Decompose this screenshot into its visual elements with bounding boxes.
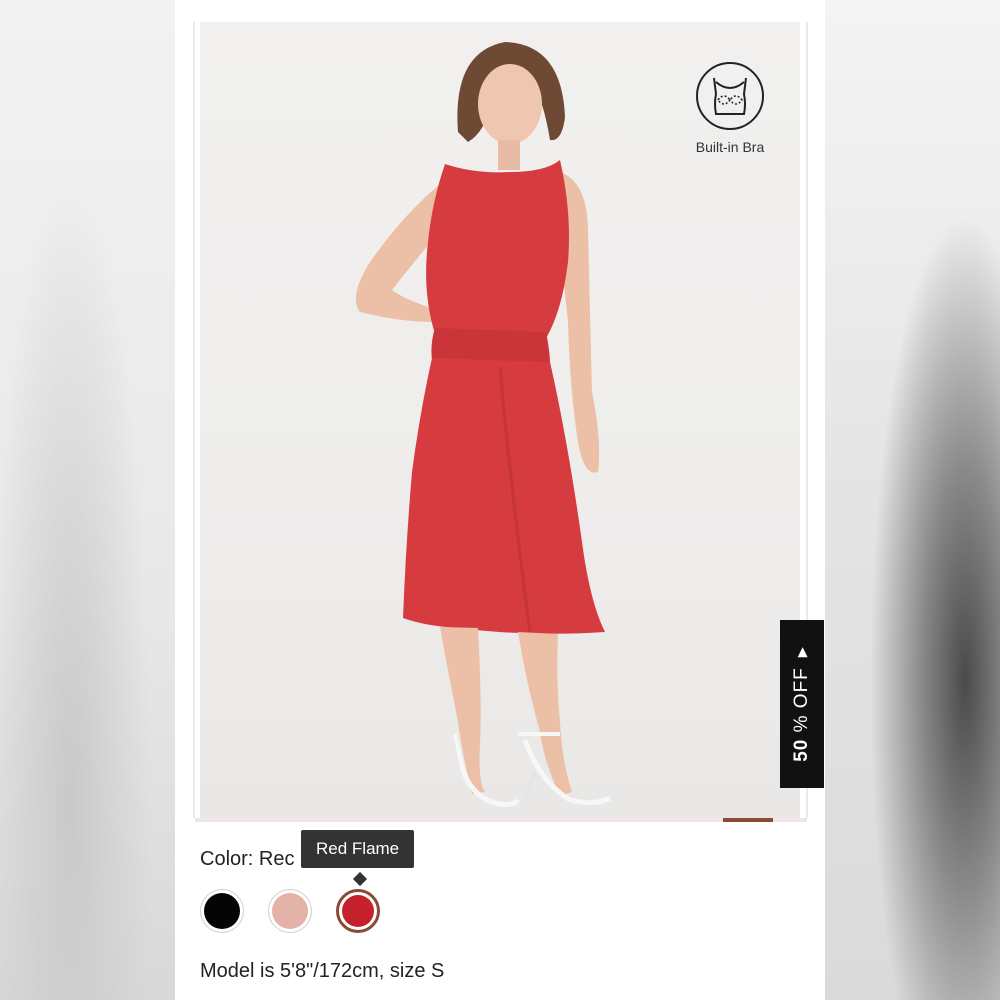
discount-expand-icon: ▶ bbox=[794, 646, 809, 658]
color-tooltip-arrow bbox=[352, 871, 368, 887]
color-swatch-red-flame[interactable] bbox=[336, 889, 380, 933]
image-slide-indicator-fill bbox=[722, 818, 774, 822]
background-blur-right bbox=[825, 0, 1000, 1000]
background-blur-left bbox=[0, 0, 175, 1000]
color-swatch-dot bbox=[342, 895, 374, 927]
color-swatch-dot bbox=[272, 893, 308, 929]
discount-suffix: % OFF bbox=[791, 667, 812, 733]
color-swatch-blush[interactable] bbox=[268, 889, 312, 933]
color-label: Color: Rec bbox=[200, 848, 295, 870]
discount-text: 50 % OFF ▶ bbox=[791, 646, 813, 762]
image-slide-indicator bbox=[195, 818, 807, 822]
color-swatch-black[interactable] bbox=[200, 889, 244, 933]
image-border-left bbox=[193, 22, 195, 818]
model-info: Model is 5'8"/172cm, size S bbox=[200, 960, 445, 982]
discount-percent: 50 bbox=[791, 738, 812, 762]
built-in-bra-icon bbox=[696, 62, 764, 130]
color-tooltip: Red Flame bbox=[301, 830, 415, 868]
discount-tab[interactable]: 50 % OFF ▶ bbox=[780, 620, 824, 788]
color-swatch-dot bbox=[204, 893, 240, 929]
built-in-bra-label: Built-in Bra bbox=[695, 139, 765, 155]
built-in-bra-badge: Built-in Bra bbox=[680, 60, 780, 155]
product-page: Built-in Bra 50 % OFF ▶ Color: Rec Red F… bbox=[175, 0, 825, 1000]
